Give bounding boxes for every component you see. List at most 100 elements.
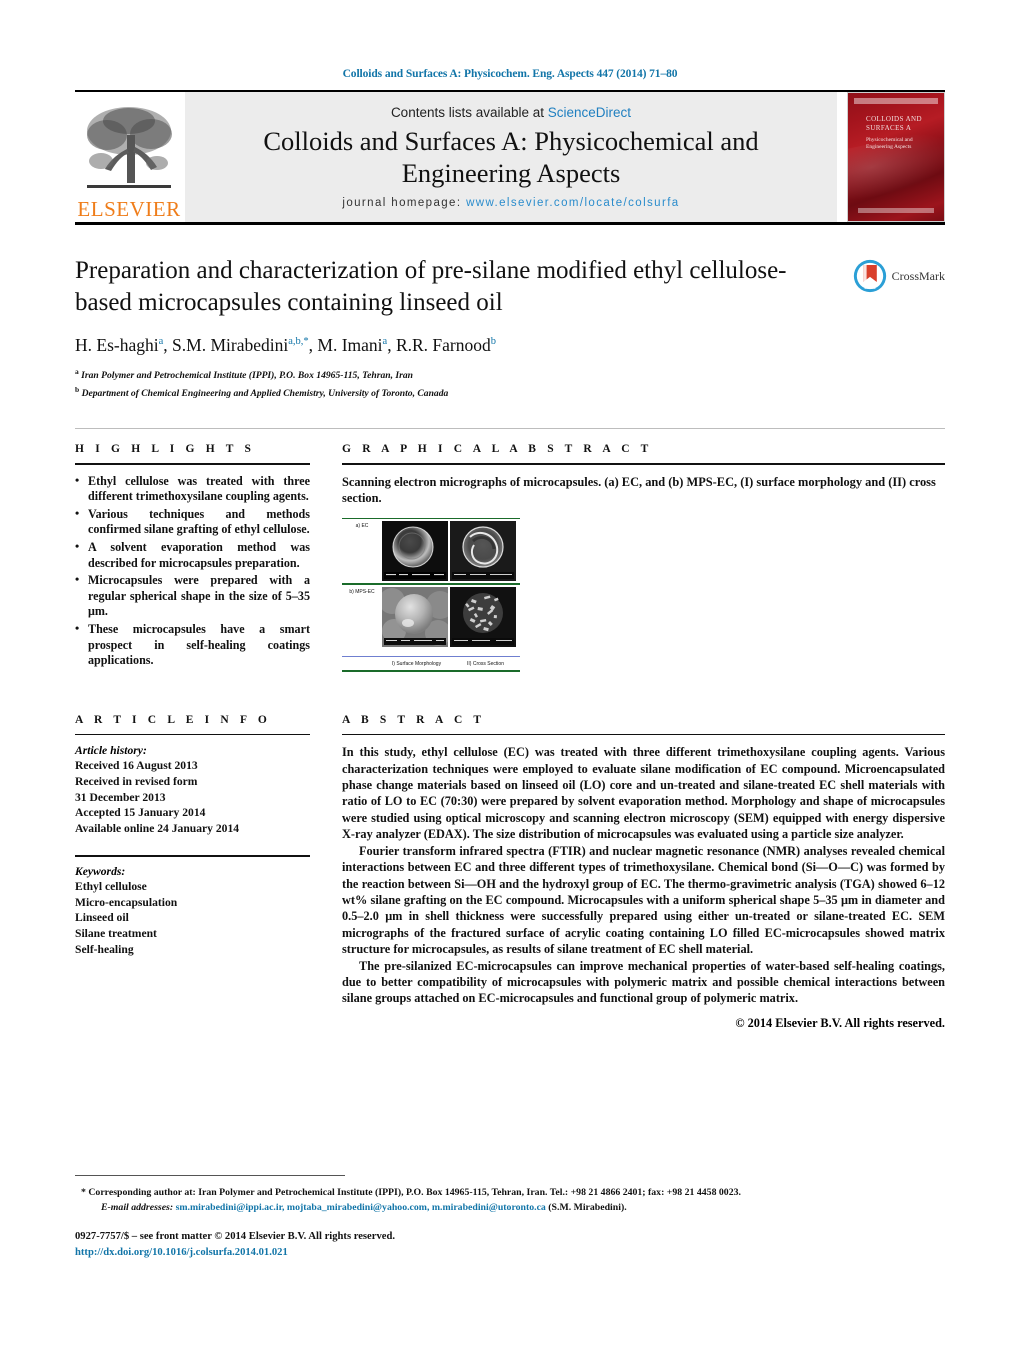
journal-title-line-2: Engineering Aspects: [401, 157, 621, 188]
elsevier-logo: ELSEVIER: [75, 92, 183, 222]
corresponding-text: Corresponding author at: Iran Polymer an…: [88, 1187, 741, 1198]
abstract-column: A B S T R A C T In this study, ethyl cel…: [342, 714, 945, 1031]
email-label: E-mail addresses:: [101, 1201, 174, 1213]
cover-subtitle-text: Physicochemical and Engineering Aspects: [866, 137, 913, 151]
cover-top-bar: [854, 98, 938, 104]
ga-row-mps-ec: b) MPS-EC: [342, 585, 520, 649]
info-abstract-row: A R T I C L E I N F O Article history: R…: [75, 714, 945, 1031]
abstract-heading: A B S T R A C T: [342, 713, 486, 726]
journal-homepage-line: journal homepage: www.elsevier.com/locat…: [342, 197, 679, 209]
ga-row-ec: a) EC: [342, 519, 520, 583]
cover-title-text: COLLOIDS AND SURFACES A: [866, 115, 922, 132]
sem-image-ec-cross: [450, 521, 516, 582]
email-suffix: (S.M. Mirabedini).: [548, 1201, 627, 1213]
sem-image-mpsec-surface: [382, 586, 448, 647]
highlights-rule: [75, 463, 310, 465]
article-info-column: A R T I C L E I N F O Article history: R…: [75, 714, 310, 1031]
list-item: Ethyl cellulose was treated with three d…: [75, 473, 310, 505]
sem-image-mpsec-cross: [450, 586, 516, 647]
graphical-abstract-column: G R A P H I C A L A B S T R A C T Scanni…: [342, 443, 945, 672]
sciencedirect-link[interactable]: ScienceDirect: [548, 105, 631, 120]
sem-image-ec-surface: [382, 521, 448, 582]
affiliations: a Iran Polymer and Petrochemical Institu…: [75, 366, 945, 402]
corresponding-author-line: * Corresponding author at: Iran Polymer …: [75, 1186, 965, 1201]
article-first-page: Colloids and Surfaces A: Physicochem. En…: [0, 0, 1020, 1351]
ga-foot-spacer: [342, 661, 382, 667]
keyword-item: Micro-encapsulation: [75, 895, 178, 909]
history-line: Received 16 August 2013: [75, 759, 198, 773]
journal-cover-thumbnail: COLLOIDS AND SURFACES A Physicochemical …: [847, 92, 945, 222]
crossmark-icon: [853, 259, 886, 293]
abstract-paragraph-2: Fourier transform infrared spectra (FTIR…: [342, 843, 945, 957]
abstract-paragraph-1: In this study, ethyl cellulose (EC) was …: [342, 745, 945, 842]
highlights-column: H I G H L I G H T S Ethyl cellulose was …: [75, 443, 310, 672]
journal-title-line-1: Colloids and Surfaces A: Physicochemical…: [263, 126, 759, 157]
title-block: Preparation and characterization of pre-…: [75, 255, 945, 402]
keyword-item: Linseed oil: [75, 911, 129, 925]
cover-bottom-bar: [858, 208, 934, 213]
keyword-item: Silane treatment: [75, 926, 157, 940]
history-line: Accepted 15 January 2014: [75, 806, 206, 820]
list-item: These microcapsules have a smart prospec…: [75, 621, 310, 669]
masthead-bottom-rule: [75, 222, 945, 225]
abstract-copyright: © 2014 Elsevier B.V. All rights reserved…: [735, 1015, 945, 1030]
corresponding-marker: *: [81, 1187, 86, 1198]
keywords-rule: [75, 855, 310, 858]
elsevier-tree-icon: [87, 107, 172, 188]
email-links[interactable]: sm.mirabedini@ippi.ac.ir, mojtaba_mirabe…: [176, 1202, 546, 1213]
ga-column-labels: I) Surface Morphology II) Cross Section: [342, 657, 520, 670]
ga-rule-bottom: [342, 670, 520, 672]
article-info-rule: [75, 733, 310, 736]
keyword-item: Ethyl cellulose: [75, 880, 147, 894]
list-item: Microcapsules were prepared with a regul…: [75, 572, 310, 620]
journal-title: Colloids and Surfaces A: Physicochemical…: [263, 126, 758, 189]
article-info-heading: A R T I C L E I N F O: [75, 713, 271, 726]
homepage-prefix: journal homepage:: [342, 196, 462, 209]
ga-col-label-2: II) Cross Section: [467, 661, 504, 668]
history-line: Received in revised form: [75, 774, 198, 788]
affiliation-a: a Iran Polymer and Petrochemical Institu…: [75, 367, 413, 382]
abstract-paragraph-3: The pre-silanized EC-microcapsules can i…: [342, 958, 945, 1006]
sem-micrograph-icon: [450, 521, 516, 582]
list-item: A solvent evaporation method was describ…: [75, 539, 310, 571]
contents-available-line: Contents lists available at ScienceDirec…: [391, 105, 631, 120]
info-gap: [75, 836, 310, 849]
journal-band: Contents lists available at ScienceDirec…: [185, 92, 837, 222]
affiliation-b-text: Department of Chemical Engineering and A…: [81, 388, 449, 400]
sem-micrograph-icon: [382, 521, 448, 582]
article-history-label: Article history:: [75, 744, 147, 758]
keywords-label: Keywords:: [75, 865, 126, 879]
corresponding-author-note: * Corresponding author at: Iran Polymer …: [75, 1186, 965, 1215]
ga-row-label-b: b) MPS-EC: [349, 588, 375, 595]
content-top-divider: [75, 428, 945, 430]
list-item: Various techniques and methods confirmed…: [75, 506, 310, 538]
highlights-heading: H I G H L I G H T S: [75, 443, 256, 456]
highlights-list: Ethyl cellulose was treated with three d…: [75, 473, 310, 669]
sem-micrograph-icon: [450, 586, 516, 647]
affiliation-a-text: Iran Polymer and Petrochemical Institute…: [81, 370, 413, 382]
sem-micrograph-icon: [382, 586, 448, 647]
running-head: Colloids and Surfaces A: Physicochem. En…: [342, 68, 678, 80]
graphical-abstract-heading: G R A P H I C A L A B S T R A C T: [342, 443, 653, 456]
abstract-rule: [342, 733, 945, 736]
journal-homepage-link[interactable]: www.elsevier.com/locate/colsurfa: [466, 197, 680, 209]
crossmark-label: CrossMark: [891, 268, 945, 283]
graphical-abstract-rule: [342, 463, 945, 465]
ga-col-label-1: I) Surface Morphology: [391, 661, 442, 668]
page-title: Preparation and characterization of pre-…: [75, 257, 787, 316]
journal-masthead: ELSEVIER Contents lists available at Sci…: [75, 92, 945, 222]
crossmark-badge[interactable]: CrossMark: [853, 259, 945, 293]
page-footer: * Corresponding author at: Iran Polymer …: [75, 1175, 965, 1260]
keyword-item: Self-healing: [75, 942, 134, 956]
history-line: Available online 24 January 2014: [75, 821, 240, 835]
elsevier-wordmark: ELSEVIER: [77, 197, 181, 221]
author-list: H. Es-haghia, S.M. Mirabedinia,b,*, M. I…: [75, 335, 497, 355]
ga-row-label-a: a) EC: [355, 523, 369, 530]
footnote-rule: [75, 1175, 345, 1176]
doi-link[interactable]: http://dx.doi.org/10.1016/j.colsurfa.201…: [75, 1247, 288, 1258]
graphical-abstract-figure: a) EC b) MPS-EC I) Surface Morphology II…: [342, 517, 520, 672]
highlights-ga-row: H I G H L I G H T S Ethyl cellulose was …: [75, 443, 945, 672]
issn-copyright-line: 0927-7757/$ – see front matter © 2014 El…: [75, 1231, 395, 1243]
history-line: 31 December 2013: [75, 790, 166, 804]
contents-prefix: Contents lists available at: [390, 105, 548, 121]
